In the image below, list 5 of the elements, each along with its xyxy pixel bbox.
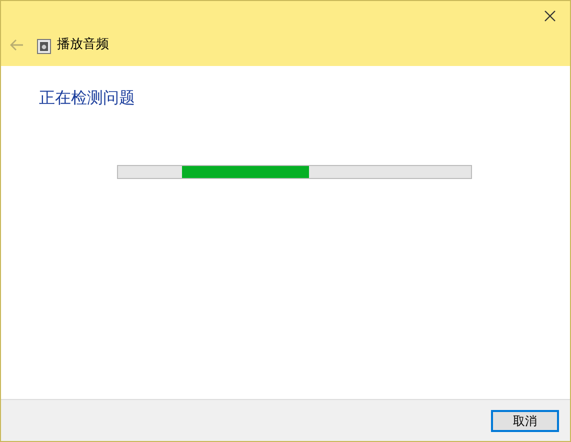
close-icon — [544, 10, 556, 22]
window-title: 播放音频 — [57, 36, 109, 54]
status-heading: 正在检测问题 — [39, 87, 136, 109]
cancel-button[interactable]: 取消 — [491, 410, 559, 432]
speaker-icon — [37, 39, 51, 54]
